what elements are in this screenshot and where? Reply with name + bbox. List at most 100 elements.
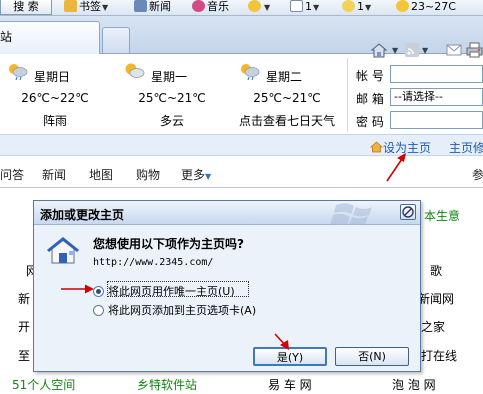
radio-selected-icon (93, 286, 104, 297)
weather-summary: 23~27C (411, 0, 456, 13)
weather-condition: 多云 (159, 114, 184, 128)
tab-active[interactable]: 站 (0, 21, 100, 54)
tab-bar: 站 ▼ ▼ (0, 16, 483, 58)
home-edit-link[interactable]: 主页修 (449, 139, 483, 156)
chevron-down-icon: ▼ (313, 3, 320, 12)
nav-shopping[interactable]: 购物 (136, 166, 160, 183)
divider (0, 187, 483, 188)
emoji-icon (248, 0, 261, 12)
nav-qa[interactable]: 问答 (0, 166, 24, 183)
option-unique-home[interactable]: 将此网页用作唯一主页(U) (93, 283, 235, 299)
dialog-url: http://www.2345.com/ (93, 257, 214, 268)
option-add-home-tab[interactable]: 将此网页添加到主页选项卡(A) (93, 302, 256, 318)
chevron-down-icon[interactable]: ▼ (392, 46, 398, 62)
site-link[interactable]: 歌 (430, 262, 442, 279)
close-icon (402, 206, 414, 218)
weather-day-name: 星期一 (151, 70, 188, 84)
weather-7day-link[interactable]: 点击查看七日天气 (232, 112, 342, 129)
option-unique-home-label: 将此网页用作唯一主页(U) (108, 285, 235, 298)
search-button[interactable]: 搜 索 (0, 0, 52, 15)
home-icon[interactable] (370, 42, 390, 58)
weather-panel: 星期日 26℃~22℃ 阵雨 星期一 25℃~21℃ 多云 星期二 25℃~21… (0, 56, 345, 132)
music-button[interactable]: 音乐 (192, 0, 229, 15)
home-icon (369, 141, 384, 153)
notice-count: 1 (357, 0, 364, 13)
weather-day-name: 星期二 (266, 70, 303, 84)
dialog-title: 添加或更改主页 (40, 208, 125, 222)
chevron-down-icon: ▼ (365, 3, 372, 12)
weather-temp: 25℃~21℃ (253, 91, 321, 105)
option-add-home-tab-label: 将此网页添加到主页选项卡(A) (108, 304, 257, 317)
weather-day-name: 星期日 (34, 70, 71, 84)
site-link[interactable]: 乡特软件站 (137, 376, 197, 393)
site-link[interactable]: 新闻网 (418, 290, 454, 307)
mail-icon[interactable] (446, 42, 462, 58)
weather-condition: 阵雨 (42, 114, 67, 128)
site-link[interactable]: 新 (18, 290, 30, 307)
browser-toolbar: 搜 索 书签▼ 新闻 音乐 ▼ 1▼ 1▼ 23~27C (0, 0, 483, 16)
password-input[interactable] (390, 111, 483, 129)
yes-button[interactable]: 是(Y) (253, 347, 327, 366)
set-home-label: 设为主页 (383, 141, 432, 155)
sun-icon (396, 0, 409, 12)
set-home-link[interactable]: 设为主页 (369, 139, 432, 156)
cloudy-icon (125, 63, 145, 78)
music-label: 音乐 (207, 0, 229, 13)
bookmark-icon (64, 0, 77, 12)
home-icon (47, 237, 79, 264)
divider (347, 58, 348, 132)
news-button[interactable]: 新闻 (134, 0, 171, 15)
link-bar: 设为主页 主页修 (0, 134, 483, 156)
site-link[interactable]: 泡 泡 网 (392, 376, 436, 393)
weather-button[interactable]: 23~27C (396, 0, 456, 15)
dialog-titlebar[interactable]: 添加或更改主页 (34, 201, 420, 225)
mailbox-label: 邮 箱 (356, 92, 384, 106)
set-homepage-dialog: 添加或更改主页 您想使用以下项作为主页吗? http://www.2345.co… (33, 200, 421, 372)
site-link[interactable]: 至 (18, 347, 30, 364)
nav-more[interactable]: 更多▼ (181, 166, 211, 183)
weather-temp: 25℃~21℃ (138, 91, 206, 105)
new-tab-button[interactable] (102, 27, 130, 53)
account-label: 帐 号 (356, 69, 384, 83)
site-link[interactable]: 本生意 (424, 207, 460, 224)
close-button[interactable] (400, 204, 416, 220)
notice-button[interactable]: 1▼ (342, 0, 371, 15)
no-button[interactable]: 否(N) (335, 347, 409, 366)
chevron-down-icon: ▼ (205, 172, 212, 181)
password-label: 密 码 (356, 115, 384, 129)
chevron-down-icon: ▼ (102, 3, 109, 12)
nav-map[interactable]: 地图 (89, 166, 113, 183)
site-link[interactable]: 易 车 网 (268, 376, 312, 393)
mail-button[interactable]: 1▼ (290, 0, 319, 15)
chevron-down-icon: ▼ (264, 3, 271, 12)
music-icon (192, 0, 205, 12)
site-link[interactable]: 打在线 (421, 347, 457, 364)
dialog-question: 您想使用以下项作为主页吗? (93, 237, 244, 251)
print-icon[interactable] (466, 42, 483, 58)
windows-logo-icon (330, 203, 372, 225)
nav-more-label: 更多 (181, 168, 206, 182)
news-label: 新闻 (149, 0, 171, 13)
mailbox-select[interactable]: --请选择-- (390, 88, 483, 106)
site-link[interactable]: 之家 (421, 318, 445, 335)
rain-icon (9, 64, 28, 80)
mailbox-selected: --请选择-- (394, 90, 443, 103)
mail-count: 1 (305, 0, 312, 13)
bookmark-label: 书签 (79, 0, 101, 13)
news-icon (134, 0, 147, 12)
bookmark-button[interactable]: 书签▼ (64, 0, 108, 15)
rss-icon[interactable] (404, 42, 420, 58)
mail-icon (290, 0, 303, 12)
notice-icon (342, 0, 355, 12)
account-input[interactable] (390, 65, 483, 83)
radio-icon (93, 305, 104, 316)
chevron-down-icon[interactable]: ▼ (422, 46, 428, 62)
site-link[interactable]: 开 (18, 318, 30, 335)
nav-news[interactable]: 新闻 (42, 166, 66, 183)
nav-right-fragment[interactable]: 参 (472, 166, 483, 183)
emoji-button[interactable]: ▼ (248, 0, 270, 15)
site-link[interactable]: 51个人空间 (12, 376, 75, 393)
rain-icon (241, 64, 260, 80)
weather-temp: 26℃~22℃ (21, 91, 89, 105)
tab-label: 站 (0, 30, 13, 44)
